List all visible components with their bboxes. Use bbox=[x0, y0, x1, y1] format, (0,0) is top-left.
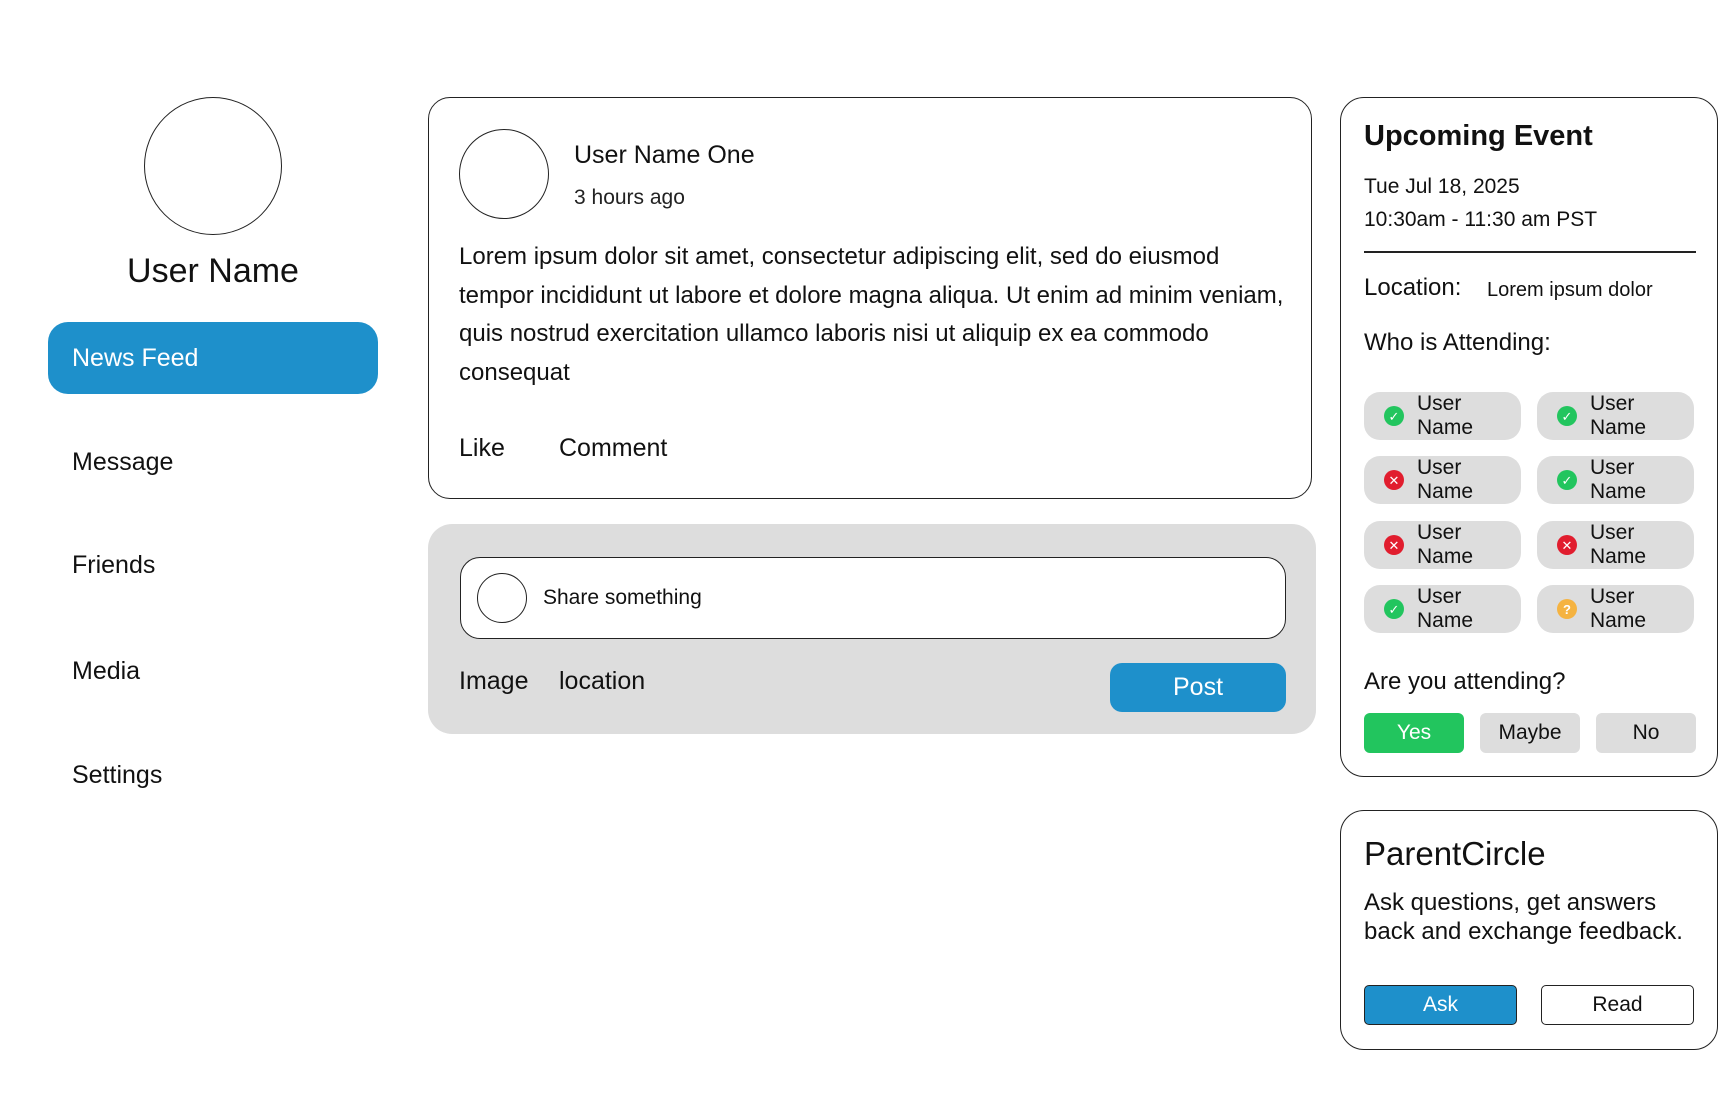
attendee-chip[interactable]: ✓ User Name bbox=[1537, 392, 1694, 440]
event-time: 10:30am - 11:30 am PST bbox=[1364, 208, 1598, 231]
event-location-value: Lorem ipsum dolor bbox=[1487, 279, 1653, 301]
attendee-name: User Name bbox=[1590, 456, 1647, 503]
profile-user-name: User Name bbox=[127, 252, 299, 290]
attendee-chip[interactable]: ✓ User Name bbox=[1537, 456, 1694, 504]
check-circle-icon: ✓ bbox=[1384, 599, 1404, 619]
rsvp-no-button[interactable]: No bbox=[1596, 713, 1696, 753]
post-body: Lorem ipsum dolor sit amet, consectetur … bbox=[459, 243, 1284, 386]
post-card: User Name One 3 hours ago Lorem ipsum do… bbox=[428, 97, 1312, 499]
attendee-name: User Name bbox=[1417, 392, 1474, 439]
nav-item-news-feed[interactable]: News Feed bbox=[48, 322, 378, 394]
nav-item-message[interactable]: Message bbox=[48, 426, 378, 498]
share-box[interactable] bbox=[460, 557, 1286, 639]
parentcircle-card: ParentCircle Ask questions, get answers … bbox=[1340, 810, 1718, 1050]
rsvp-maybe-button[interactable]: Maybe bbox=[1480, 713, 1580, 753]
add-location-button[interactable]: location bbox=[559, 667, 645, 696]
attendee-name: User Name bbox=[1590, 392, 1647, 439]
x-circle-icon: ✕ bbox=[1557, 535, 1577, 555]
add-image-button[interactable]: Image bbox=[459, 667, 528, 696]
parentcircle-title: ParentCircle bbox=[1364, 835, 1546, 872]
post-author-avatar[interactable] bbox=[459, 129, 549, 219]
check-circle-icon: ✓ bbox=[1384, 406, 1404, 426]
attendee-name: User Name bbox=[1417, 521, 1474, 568]
post-timestamp: 3 hours ago bbox=[574, 186, 685, 209]
divider bbox=[1364, 251, 1696, 253]
attendee-name: User Name bbox=[1590, 521, 1647, 568]
post-composer: Image location Post bbox=[428, 524, 1316, 734]
attendee-name: User Name bbox=[1417, 456, 1474, 503]
upcoming-event-card: Upcoming Event Tue Jul 18, 2025 10:30am … bbox=[1340, 97, 1718, 777]
attendee-name: User Name bbox=[1590, 585, 1647, 632]
attendee-chip[interactable]: ✓ User Name bbox=[1364, 392, 1521, 440]
event-location-label: Location: bbox=[1364, 274, 1462, 301]
comment-button[interactable]: Comment bbox=[559, 434, 667, 463]
ask-button[interactable]: Ask bbox=[1364, 985, 1517, 1025]
read-button[interactable]: Read bbox=[1541, 985, 1694, 1025]
nav-item-friends[interactable]: Friends bbox=[48, 529, 378, 601]
attending-heading: Who is Attending: bbox=[1364, 329, 1551, 356]
attendee-chip[interactable]: ✕ User Name bbox=[1537, 521, 1694, 569]
event-title: Upcoming Event bbox=[1364, 120, 1593, 152]
like-button[interactable]: Like bbox=[459, 434, 505, 463]
nav-item-settings[interactable]: Settings bbox=[48, 739, 378, 811]
event-date: Tue Jul 18, 2025 bbox=[1364, 175, 1520, 198]
parentcircle-description: Ask questions, get answers back and exch… bbox=[1364, 889, 1683, 945]
attendee-chip[interactable]: ✕ User Name bbox=[1364, 521, 1521, 569]
attendee-name: User Name bbox=[1417, 585, 1474, 632]
question-circle-icon: ? bbox=[1557, 599, 1577, 619]
check-circle-icon: ✓ bbox=[1557, 406, 1577, 426]
post-button[interactable]: Post bbox=[1110, 663, 1286, 712]
share-input[interactable] bbox=[543, 578, 1243, 618]
nav-item-media[interactable]: Media bbox=[48, 635, 378, 707]
attendee-chip[interactable]: ? User Name bbox=[1537, 585, 1694, 633]
sidebar: User Name News Feed Message Friends Medi… bbox=[0, 0, 420, 1117]
check-circle-icon: ✓ bbox=[1557, 470, 1577, 490]
attendee-chip[interactable]: ✓ User Name bbox=[1364, 585, 1521, 633]
profile-avatar[interactable] bbox=[144, 97, 282, 235]
post-author-name[interactable]: User Name One bbox=[574, 141, 755, 170]
attendee-chip[interactable]: ✕ User Name bbox=[1364, 456, 1521, 504]
x-circle-icon: ✕ bbox=[1384, 535, 1404, 555]
x-circle-icon: ✕ bbox=[1384, 470, 1404, 490]
composer-avatar bbox=[477, 573, 527, 623]
rsvp-yes-button[interactable]: Yes bbox=[1364, 713, 1464, 753]
rsvp-question: Are you attending? bbox=[1364, 668, 1566, 695]
